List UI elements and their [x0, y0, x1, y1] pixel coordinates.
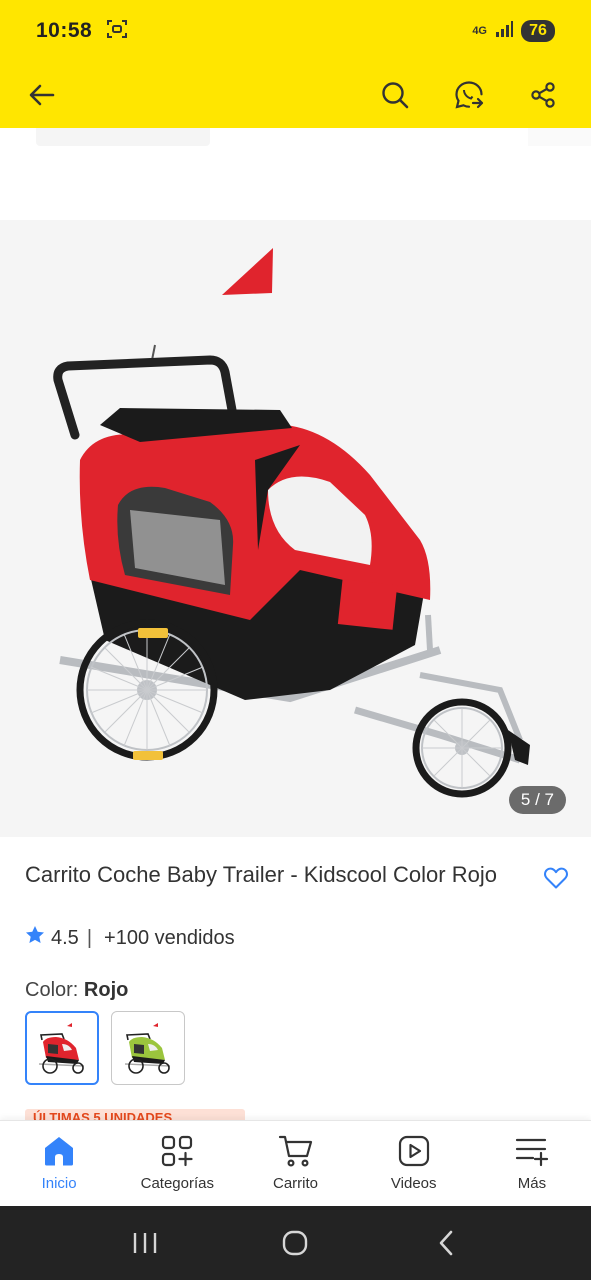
- star-icon: [25, 925, 45, 951]
- app-header: [0, 62, 591, 128]
- rating-separator: |: [86, 926, 93, 949]
- categories-icon: [159, 1133, 195, 1169]
- trailer-red-thumbnail: [38, 1023, 85, 1074]
- tab-categorias[interactable]: Categorías: [118, 1121, 236, 1206]
- status-bar: 10:58 4G 76: [0, 0, 591, 62]
- share-icon[interactable]: [523, 75, 563, 115]
- tab-label: Categorías: [140, 1175, 214, 1192]
- battery-indicator: 76: [521, 20, 555, 42]
- trailer-green-thumbnail: [124, 1023, 171, 1074]
- tab-label: Videos: [390, 1175, 437, 1192]
- home-button-icon[interactable]: [265, 1218, 325, 1268]
- thumbnail-partial[interactable]: [36, 128, 210, 146]
- product-title: Carrito Coche Baby Trailer - Kidscool Co…: [25, 862, 497, 887]
- more-menu-icon: [514, 1133, 550, 1169]
- search-icon[interactable]: [375, 75, 415, 115]
- color-label: Color: Rojo: [25, 979, 128, 1002]
- product-image: [53, 248, 530, 798]
- recent-apps-icon[interactable]: [115, 1218, 175, 1268]
- tab-label: Carrito: [273, 1175, 319, 1192]
- rating-value: 4.5: [51, 926, 79, 949]
- product-image-gallery[interactable]: 5 / 7: [0, 220, 591, 837]
- whatsapp-share-icon[interactable]: [449, 75, 489, 115]
- sold-count: +100 vendidos: [104, 926, 235, 949]
- thumbnail-partial[interactable]: [528, 128, 591, 146]
- tab-mas[interactable]: Más: [473, 1121, 591, 1206]
- tab-videos[interactable]: Videos: [355, 1121, 473, 1206]
- bottom-tab-bar: Inicio Categorías Carrito Videos Más: [0, 1120, 591, 1206]
- signal-icon: [495, 20, 513, 42]
- color-swatch-red[interactable]: [25, 1011, 99, 1085]
- color-prefix: Color:: [25, 979, 84, 1001]
- network-label: 4G: [472, 25, 487, 37]
- status-time: 10:58: [36, 19, 93, 42]
- arrow-left-icon[interactable]: [22, 75, 62, 115]
- tab-label: Inicio: [41, 1175, 77, 1192]
- color-swatch-green[interactable]: [111, 1011, 185, 1085]
- screenshot-icon: [106, 18, 128, 45]
- play-icon: [396, 1133, 432, 1169]
- tab-inicio[interactable]: Inicio: [0, 1121, 118, 1206]
- system-nav-bar: [0, 1206, 591, 1280]
- tab-carrito[interactable]: Carrito: [236, 1121, 354, 1206]
- color-value: Rojo: [83, 979, 129, 1001]
- image-counter: 5 / 7: [508, 786, 566, 814]
- rating-row: 4.5 | +100 vendidos: [25, 925, 235, 951]
- heart-icon[interactable]: [540, 862, 572, 894]
- back-nav-icon[interactable]: [416, 1218, 476, 1268]
- home-icon: [41, 1133, 77, 1169]
- cart-icon: [278, 1133, 314, 1169]
- tab-label: Más: [517, 1175, 547, 1192]
- thumbnail-strip: [0, 128, 591, 220]
